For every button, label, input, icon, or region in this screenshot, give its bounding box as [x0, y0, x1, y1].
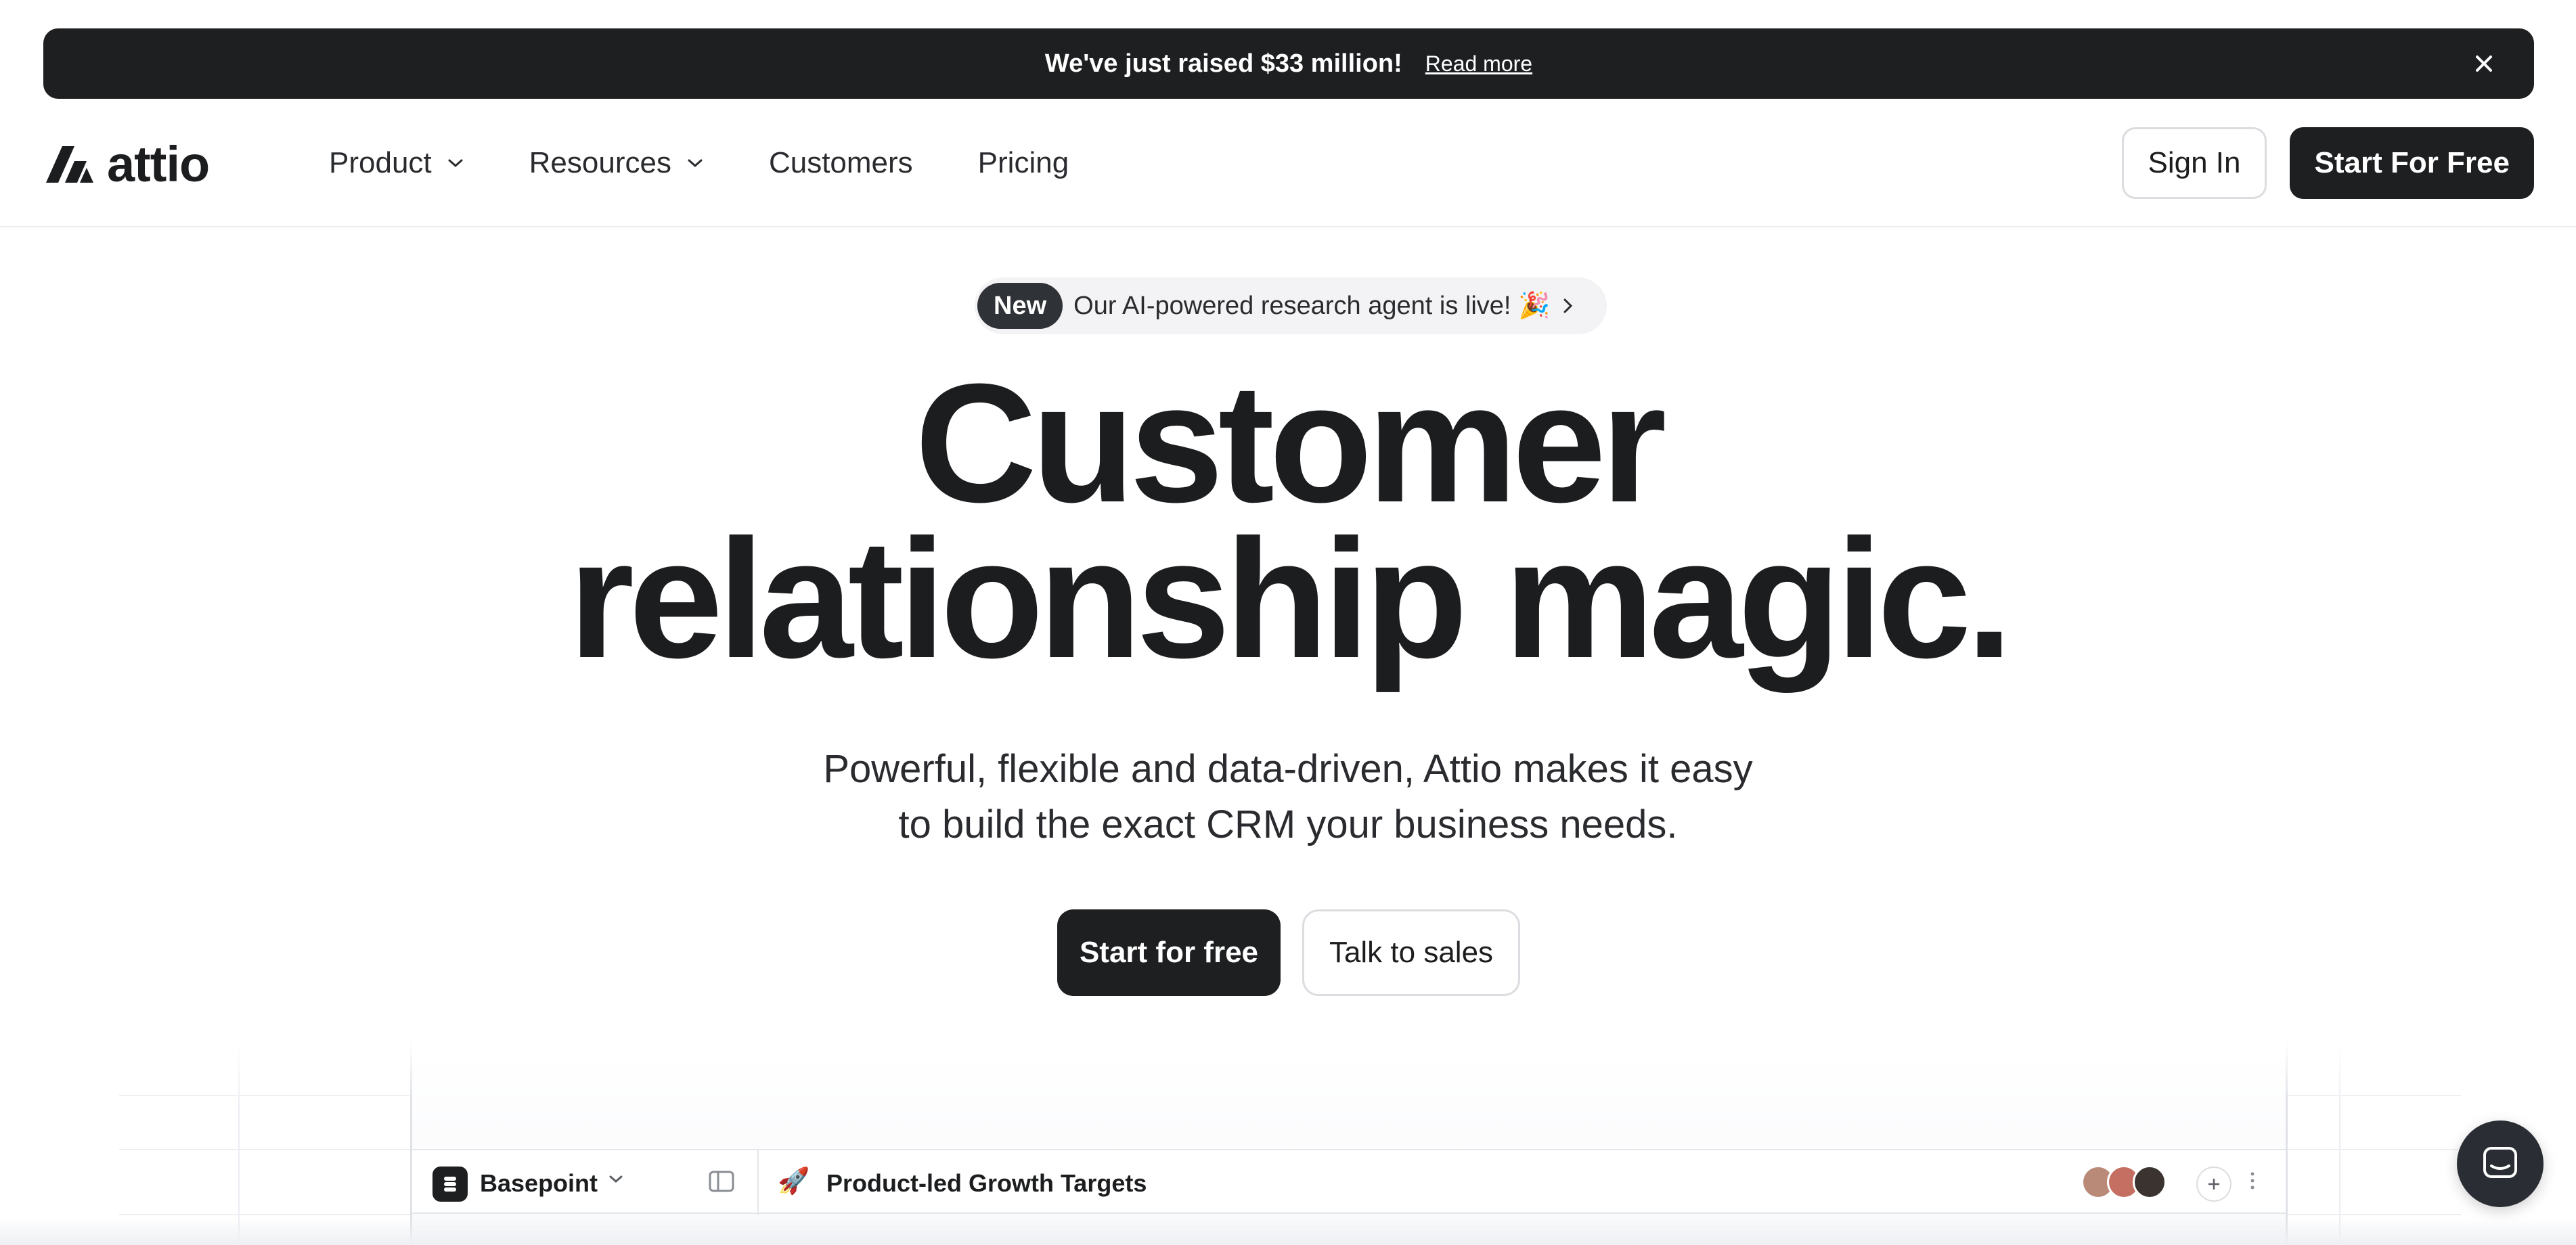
bottom-shadow	[0, 1218, 2576, 1245]
chevron-down-icon	[688, 159, 703, 168]
top-nav: attio Product Resources Customers Pricin…	[0, 99, 2576, 227]
plus-icon	[2208, 1178, 2220, 1190]
nav-customers-label: Customers	[768, 146, 913, 179]
talk-to-sales-cta[interactable]: Talk to sales	[1302, 909, 1520, 996]
close-icon[interactable]	[2468, 47, 2500, 80]
subheadline-line-1: Powerful, flexible and data-driven, Atti…	[823, 747, 1753, 791]
add-collaborator-button[interactable]	[2196, 1167, 2231, 1202]
nav-customers[interactable]: Customers	[769, 146, 913, 180]
new-badge: New	[977, 283, 1063, 329]
chat-icon	[2483, 1147, 2517, 1178]
nav-resources-label: Resources	[529, 146, 671, 179]
hero-headline: Customer relationship magic.	[0, 348, 2576, 693]
headline-line-1: Customer	[914, 348, 1667, 537]
nav-resources[interactable]: Resources	[529, 146, 704, 180]
nav-pricing[interactable]: Pricing	[978, 146, 1069, 180]
collaborator-avatars[interactable]	[2081, 1165, 2167, 1199]
start-for-free-button[interactable]: Start For Free	[2290, 127, 2534, 199]
workspace-logo-icon	[432, 1167, 468, 1202]
preview-fade	[119, 1041, 2461, 1102]
attio-logo[interactable]: attio	[42, 135, 210, 193]
start-for-free-cta[interactable]: Start for free	[1057, 909, 1281, 996]
workspace-name[interactable]: Basepoint	[480, 1169, 598, 1198]
more-options-icon[interactable]	[2249, 1169, 2256, 1192]
nav-actions: Sign In Start For Free	[2121, 127, 2534, 199]
announcement-text: We've just raised $33 million!	[1044, 49, 1402, 78]
app-preview: Basepoint 🚀 Product-led Growth Targets	[119, 1041, 2461, 1245]
sign-in-button[interactable]: Sign In	[2121, 127, 2267, 199]
list-title[interactable]: Product-led Growth Targets	[826, 1169, 1147, 1198]
sidebar-toggle-icon[interactable]	[709, 1171, 734, 1192]
nav-pricing-label: Pricing	[977, 146, 1069, 179]
announcement-badge[interactable]: New Our AI-powered research agent is liv…	[975, 277, 1607, 334]
logo-wordmark: attio	[107, 136, 210, 192]
chat-launcher-button[interactable]	[2457, 1120, 2544, 1207]
chevron-down-icon	[448, 159, 463, 168]
page: We've just raised $33 million! Read more…	[0, 0, 2576, 1245]
badge-text: Our AI-powered research agent is live! 🎉	[1073, 292, 1551, 320]
nav-product-label: Product	[329, 146, 432, 179]
main-nav: Product Resources Customers Pricing	[329, 146, 1134, 180]
rocket-icon: 🚀	[778, 1167, 810, 1196]
headline-line-2: relationship magic.	[568, 504, 2013, 693]
subheadline-line-2: to build the exact CRM your business nee…	[898, 802, 1678, 846]
announcement-read-more-link[interactable]: Read more	[1425, 51, 1532, 76]
toolbar-divider	[757, 1150, 759, 1215]
nav-product[interactable]: Product	[329, 146, 464, 180]
avatar	[2133, 1165, 2167, 1199]
hero-subheadline: Powerful, flexible and data-driven, Atti…	[0, 742, 2576, 853]
hero-cta-group: Start for free Talk to sales	[1057, 909, 1520, 996]
announcement-bar: We've just raised $33 million! Read more	[43, 28, 2534, 99]
attio-logo-mark	[46, 145, 93, 183]
app-toolbar: Basepoint 🚀 Product-led Growth Targets	[412, 1149, 2286, 1215]
chevron-down-icon[interactable]	[608, 1175, 623, 1184]
chevron-right-icon	[1563, 298, 1573, 313]
